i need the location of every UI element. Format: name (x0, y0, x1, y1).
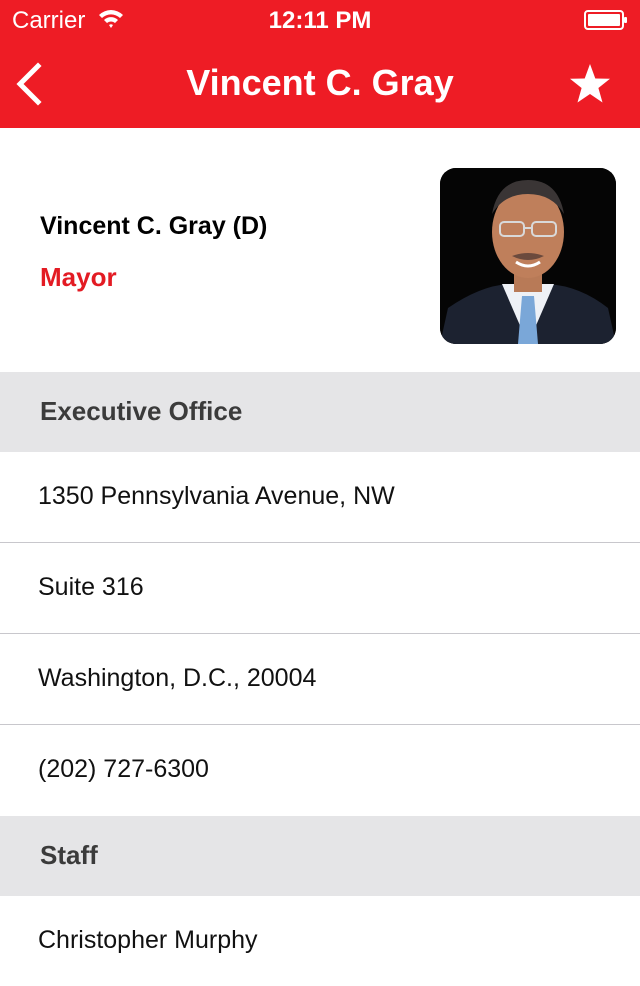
page-title: Vincent C. Gray (186, 62, 454, 103)
star-icon (570, 64, 610, 103)
section-header-label: Staff (40, 840, 98, 870)
back-button[interactable] (8, 58, 56, 110)
address-line-row[interactable]: 1350 Pennsylvania Avenue, NW (0, 452, 640, 543)
row-label: Washington, D.C., 20004 (38, 664, 317, 692)
profile-name: Vincent C. Gray (D) (40, 212, 268, 240)
section-header-staff: Staff (0, 816, 640, 896)
portrait-image (440, 168, 616, 344)
city-state-zip-row[interactable]: Washington, D.C., 20004 (0, 634, 640, 725)
profile-card: Vincent C. Gray (D) Mayor (0, 128, 640, 372)
section-header-executive-office: Executive Office (0, 372, 640, 452)
favorite-button[interactable] (568, 62, 612, 106)
battery-icon (584, 10, 627, 30)
chevron-left-icon (16, 62, 42, 106)
row-label: 1350 Pennsylvania Avenue, NW (38, 482, 395, 510)
suite-row[interactable]: Suite 316 (0, 543, 640, 634)
row-label: Suite 316 (38, 573, 144, 601)
navigation-bar: Vincent C. Gray (0, 40, 640, 128)
row-label: (202) 727-6300 (38, 755, 209, 783)
section-header-label: Executive Office (40, 396, 243, 426)
row-label: Christopher Murphy (38, 926, 258, 954)
status-time: 12:11 PM (268, 7, 372, 34)
profile-role: Mayor (40, 262, 117, 292)
status-bar: Carrier 12:11 PM (0, 0, 640, 40)
phone-row[interactable]: (202) 727-6300 (0, 725, 640, 815)
profile-photo (440, 168, 616, 344)
staff-row[interactable]: Christopher Murphy (0, 896, 640, 986)
